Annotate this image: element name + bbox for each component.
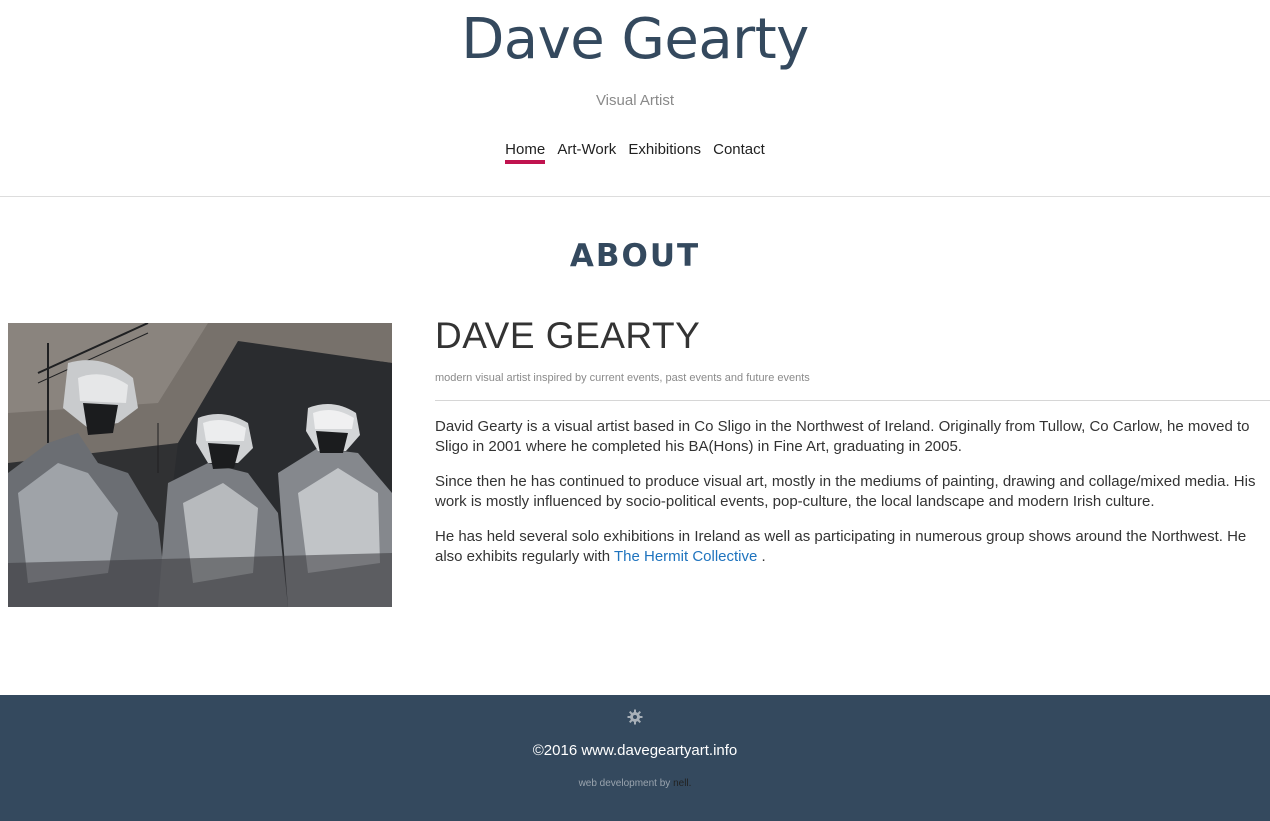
nav-item-art-work[interactable]: Art-Work	[557, 141, 616, 164]
artwork-image	[8, 323, 392, 607]
nav-item-exhibitions[interactable]: Exhibitions	[628, 141, 701, 164]
site-title[interactable]: Dave Gearty	[0, 8, 1270, 72]
bio-paragraph-3-end: .	[757, 548, 766, 565]
site-tagline: Visual Artist	[595, 92, 675, 109]
bio-paragraph-3: He has held several solo exhibitions in …	[435, 527, 1270, 567]
nav-item-contact[interactable]: Contact	[713, 141, 765, 164]
developer-credit-text: web development by	[578, 778, 674, 789]
bio-paragraph-2: Since then he has continued to produce v…	[435, 473, 1256, 510]
content-divider	[435, 400, 1270, 401]
about-content: DAVE GEARTY modern visual artist inspire…	[435, 314, 1270, 567]
bio-paragraph-1: David Gearty is a visual artist based in…	[435, 418, 1250, 455]
bio-paragraph-3-text: He has held several solo exhibitions in …	[435, 528, 1247, 565]
site-header: Dave Gearty Visual Artist Home Art-Work …	[0, 0, 1270, 196]
developer-credit: web development by nell.	[0, 778, 1270, 789]
header-divider	[0, 196, 1270, 197]
site-footer: ©2016 www.davegeartyart.info web develop…	[0, 695, 1270, 821]
gear-icon	[0, 709, 1270, 730]
copyright-text: ©2016 www.davegeartyart.info	[532, 742, 738, 759]
artist-subtitle: modern visual artist inspired by current…	[435, 372, 810, 384]
developer-link[interactable]: nell.	[673, 778, 691, 789]
hermit-collective-link[interactable]: The Hermit Collective	[614, 548, 757, 565]
artist-name-heading: DAVE GEARTY	[435, 315, 701, 356]
section-title: ABOUT	[569, 238, 701, 274]
nav-item-home[interactable]: Home	[505, 141, 546, 164]
main-nav: Home Art-Work Exhibitions Contact	[0, 141, 1270, 164]
